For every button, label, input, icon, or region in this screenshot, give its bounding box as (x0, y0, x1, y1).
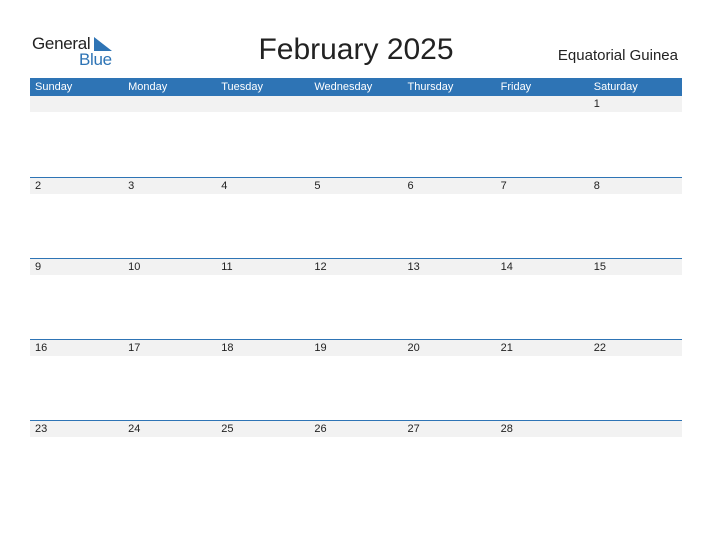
week-row: 2 3 4 5 6 7 8 (30, 177, 682, 258)
day-cell: 10 (128, 261, 141, 273)
day-cell: 20 (407, 342, 420, 354)
day-cell (403, 96, 496, 112)
day-cell: 12 (314, 261, 327, 273)
day-cell: 15 (593, 261, 606, 273)
day-cell: 27 (407, 423, 420, 435)
day-cell: 21 (500, 342, 513, 354)
day-cell (496, 96, 589, 112)
date-strip: 9 10 11 12 13 14 15 (30, 259, 682, 275)
date-strip: 23 24 25 26 27 28 (30, 421, 682, 437)
day-cell: 7 (500, 180, 507, 192)
day-cell (123, 96, 216, 112)
day-cell: 8 (593, 180, 600, 192)
day-cell: 14 (500, 261, 513, 273)
day-cell: 26 (314, 423, 327, 435)
day-cell: 5 (314, 180, 321, 192)
weekday-header: Saturday (593, 81, 638, 93)
week-row: 1 (30, 96, 682, 177)
day-cell: 9 (35, 261, 42, 273)
day-cell (309, 96, 402, 112)
weekday-header: Friday (500, 81, 532, 93)
date-strip: 2 3 4 5 6 7 8 (30, 178, 682, 194)
week-row: 9 10 11 12 13 14 15 (30, 258, 682, 339)
day-cell: 22 (593, 342, 606, 354)
day-cell: 25 (221, 423, 234, 435)
day-cell: 13 (407, 261, 420, 273)
day-cell (589, 421, 682, 437)
day-cell: 19 (314, 342, 327, 354)
day-cell (30, 96, 123, 112)
country-name: Equatorial Guinea (557, 47, 678, 64)
day-cell: 11 (221, 261, 233, 273)
date-strip: 16 17 18 19 20 21 22 (30, 340, 682, 356)
day-cell: 2 (35, 180, 42, 192)
day-cell: 16 (35, 342, 48, 354)
weekday-header-row: Sunday Monday Tuesday Wednesday Thursday… (30, 78, 682, 96)
weekday-header: Sunday (35, 81, 73, 93)
week-row: 16 17 18 19 20 21 22 (30, 339, 682, 420)
week-row: 23 24 25 26 27 28 (30, 420, 682, 501)
weekday-header: Wednesday (314, 81, 373, 93)
weekday-header: Tuesday (221, 81, 264, 93)
day-cell: 23 (35, 423, 48, 435)
day-cell: 3 (128, 180, 135, 192)
day-cell: 17 (128, 342, 141, 354)
date-strip: 1 (30, 96, 682, 112)
day-cell: 6 (407, 180, 414, 192)
day-cell: 28 (500, 423, 513, 435)
day-cell: 1 (593, 98, 600, 110)
weekday-header: Thursday (407, 81, 454, 93)
calendar-grid: Sunday Monday Tuesday Wednesday Thursday… (30, 78, 682, 501)
day-cell (216, 96, 309, 112)
weekday-header: Monday (128, 81, 168, 93)
day-cell: 24 (128, 423, 141, 435)
day-cell: 4 (221, 180, 228, 192)
day-cell: 18 (221, 342, 234, 354)
